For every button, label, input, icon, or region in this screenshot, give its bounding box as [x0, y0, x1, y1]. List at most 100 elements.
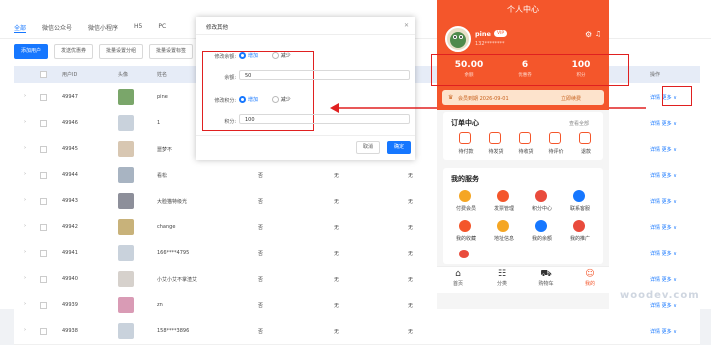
service-label[interactable]: 积分中心 [527, 205, 557, 212]
service-icon[interactable] [573, 190, 585, 202]
service-icon[interactable] [459, 190, 471, 202]
service-label[interactable]: 付费会员 [451, 205, 481, 212]
order-status-icon[interactable] [459, 132, 471, 144]
view-all-orders-link[interactable]: 查看全部 [569, 120, 589, 127]
select-all-checkbox[interactable] [40, 71, 47, 78]
points-reduce-radio[interactable] [271, 96, 279, 103]
order-status-label[interactable]: 退款 [571, 148, 601, 155]
row-checkbox[interactable] [40, 120, 47, 127]
more-link[interactable]: 更多 [662, 147, 672, 153]
mobile-preview: 个人中心 pine VIP 132******** ⚙ ♫ 50.00 余额 6… [431, 0, 629, 309]
expand-icon[interactable]: › [24, 145, 26, 151]
balance-input[interactable]: 50 [239, 70, 410, 80]
tab-h5[interactable]: H5 [134, 23, 142, 33]
order-status-icon[interactable] [519, 132, 531, 144]
expand-icon[interactable]: › [24, 301, 26, 307]
service-label[interactable]: 我的推广 [565, 235, 595, 242]
service-icon[interactable] [459, 250, 469, 258]
service-icon[interactable] [497, 190, 509, 202]
batch-group-button[interactable]: 批量设置分组 [99, 44, 144, 59]
detail-link[interactable]: 详情 [650, 329, 660, 335]
row-checkbox[interactable] [40, 328, 47, 335]
service-icon[interactable] [535, 220, 547, 232]
expand-icon[interactable]: › [24, 197, 26, 203]
row-checkbox[interactable] [40, 302, 47, 309]
more-link[interactable]: 更多 [662, 225, 672, 231]
service-label[interactable]: 地址信息 [489, 235, 519, 242]
service-label[interactable]: 发票管理 [489, 205, 519, 212]
row-checkbox[interactable] [40, 172, 47, 179]
detail-link[interactable]: 详情 [650, 147, 660, 153]
row-checkbox[interactable] [40, 198, 47, 205]
order-status-label[interactable]: 待付款 [451, 148, 481, 155]
row-checkbox[interactable] [40, 224, 47, 231]
tabbar-mine[interactable]: ☺ 我的 [573, 269, 607, 287]
tab-wechat-official[interactable]: 微信公众号 [42, 23, 72, 33]
service-icon[interactable] [459, 220, 471, 232]
row-checkbox[interactable] [40, 250, 47, 257]
row-checkbox[interactable] [40, 146, 47, 153]
order-status-icon[interactable] [579, 132, 591, 144]
service-label[interactable]: 我的收藏 [451, 235, 481, 242]
more-link[interactable]: 更多 [662, 329, 672, 335]
more-link[interactable]: 更多 [662, 303, 672, 309]
row-checkbox[interactable] [40, 94, 47, 101]
more-link[interactable]: 更多 [662, 199, 672, 205]
order-status-icon[interactable] [549, 132, 561, 144]
points-add-radio[interactable] [239, 96, 246, 103]
vip-renew-link[interactable]: 立即续费 [561, 95, 581, 102]
row-checkbox[interactable] [40, 276, 47, 283]
balance-reduce-radio[interactable] [271, 52, 279, 59]
tabbar-category[interactable]: ☷ 分类 [485, 269, 519, 287]
tabbar-home[interactable]: ⌂ 首页 [441, 269, 475, 287]
more-link[interactable]: 更多 [662, 251, 672, 257]
detail-link[interactable]: 详情 [650, 277, 660, 283]
avatar [118, 219, 134, 235]
cancel-button[interactable]: 取消 [356, 141, 381, 154]
order-status-label[interactable]: 待发货 [481, 148, 511, 155]
avatar [118, 297, 134, 313]
expand-icon[interactable]: › [24, 93, 26, 99]
tab-wechat-mini[interactable]: 微信小程序 [88, 23, 118, 33]
more-link[interactable]: 更多 [662, 121, 672, 127]
batch-label-button[interactable]: 批量设置标签 [149, 44, 194, 59]
service-icon[interactable] [497, 220, 509, 232]
expand-icon[interactable]: › [24, 171, 26, 177]
order-status-label[interactable]: 待评价 [541, 148, 571, 155]
detail-link[interactable]: 详情 [650, 173, 660, 179]
order-status-icon[interactable] [489, 132, 501, 144]
expand-icon[interactable]: › [24, 275, 26, 281]
detail-link[interactable]: 详情 [650, 303, 660, 309]
expand-icon[interactable]: › [24, 223, 26, 229]
balance-add-radio[interactable] [239, 52, 246, 59]
more-link[interactable]: 更多 [662, 173, 672, 179]
send-coupon-button[interactable]: 发送优惠券 [54, 44, 94, 59]
service-label[interactable]: 我的余额 [527, 235, 557, 242]
settings-icon[interactable]: ⚙ [585, 30, 592, 39]
tabbar-cart[interactable]: ⛟ 购物车 [529, 269, 563, 287]
tab-all[interactable]: 全部 [14, 23, 27, 33]
cell-col4: 无 [334, 173, 340, 179]
expand-icon[interactable]: › [24, 119, 26, 125]
close-icon[interactable]: ✕ [404, 22, 409, 29]
row-actions: 详情 更多 ∨ [650, 251, 677, 257]
expand-icon[interactable]: › [24, 249, 26, 255]
detail-link[interactable]: 详情 [650, 95, 660, 101]
service-icon[interactable] [573, 220, 585, 232]
service-label[interactable]: 联系客服 [565, 205, 595, 212]
expand-icon[interactable]: › [24, 327, 26, 333]
detail-link[interactable]: 详情 [650, 121, 660, 127]
row-actions: 详情 更多 ∨ [650, 277, 677, 283]
bell-icon[interactable]: ♫ [595, 30, 601, 38]
tab-pc[interactable]: PC [158, 23, 166, 33]
detail-link[interactable]: 详情 [650, 251, 660, 257]
service-icon[interactable] [535, 190, 547, 202]
add-user-button[interactable]: 添加用户 [14, 44, 49, 59]
order-status-label[interactable]: 待收货 [511, 148, 541, 155]
confirm-button[interactable]: 确定 [387, 141, 412, 154]
detail-link[interactable]: 详情 [650, 225, 660, 231]
user-icon: ☺ [585, 269, 595, 279]
detail-link[interactable]: 详情 [650, 199, 660, 205]
vip-expire-text: 会员到期 2026-09-01 [458, 96, 509, 102]
more-link[interactable]: 更多 [662, 277, 672, 283]
